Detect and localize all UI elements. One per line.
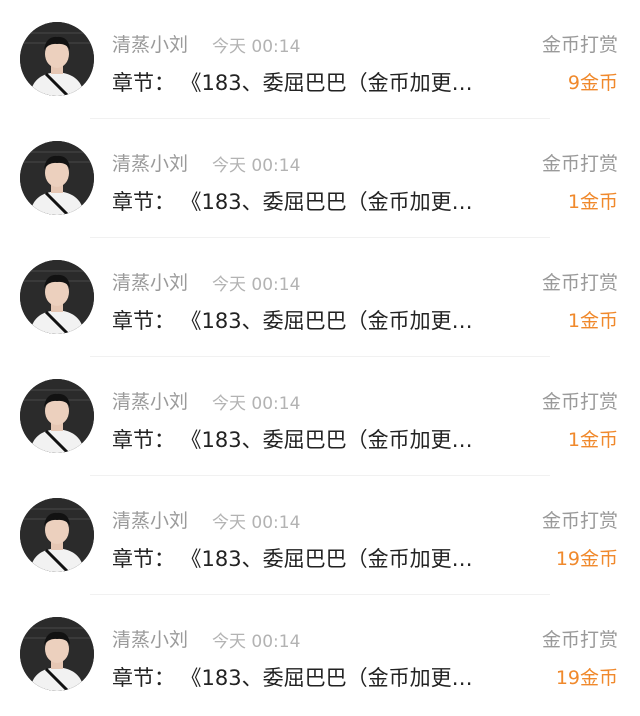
timestamp: 今天 00:14 [212, 275, 301, 295]
chapter-title: 《183、委屈巴巴（金币加更… [191, 309, 473, 333]
user-name[interactable]: 清蒸小刘 [112, 268, 188, 295]
reward-amount: 1金币 [567, 191, 618, 213]
chapter-info[interactable]: 章节： 《183、委屈巴巴（金币加更… [112, 305, 522, 335]
timestamp: 今天 00:14 [212, 513, 301, 533]
user-name[interactable]: 清蒸小刘 [112, 506, 188, 533]
list-item[interactable]: 清蒸小刘 今天 00:14 金币打赏 章节： 《183、委屈巴巴（金币加更… 1金… [0, 119, 640, 238]
user-avatar-icon [20, 260, 94, 334]
chapter-prefix: 章节： [112, 547, 175, 571]
reward-amount: 19金币 [555, 667, 618, 689]
list-item[interactable]: 清蒸小刘 今天 00:14 金币打赏 章节： 《183、委屈巴巴（金币加更… 9金… [0, 0, 640, 119]
chapter-info[interactable]: 章节： 《183、委屈巴巴（金币加更… [112, 186, 522, 216]
reward-amount: 1金币 [567, 310, 618, 332]
user-avatar-icon [20, 379, 94, 453]
reward-type: 金币打赏 [541, 34, 618, 56]
chapter-title: 《183、委屈巴巴（金币加更… [191, 71, 473, 95]
user-name[interactable]: 清蒸小刘 [112, 625, 188, 652]
avatar[interactable] [20, 22, 94, 96]
timestamp: 今天 00:14 [212, 37, 301, 57]
chapter-title: 《183、委屈巴巴（金币加更… [191, 666, 473, 690]
user-avatar-icon [20, 141, 94, 215]
chapter-prefix: 章节： [112, 309, 175, 333]
chapter-prefix: 章节： [112, 666, 175, 690]
reward-type: 金币打赏 [541, 153, 618, 175]
avatar[interactable] [20, 141, 94, 215]
list-item[interactable]: 清蒸小刘 今天 00:14 金币打赏 章节： 《183、委屈巴巴（金币加更… 19… [0, 476, 640, 595]
avatar[interactable] [20, 260, 94, 334]
reward-type: 金币打赏 [541, 629, 618, 651]
chapter-prefix: 章节： [112, 190, 175, 214]
user-avatar-icon [20, 617, 94, 691]
reward-type: 金币打赏 [541, 510, 618, 532]
avatar[interactable] [20, 498, 94, 572]
chapter-title: 《183、委屈巴巴（金币加更… [191, 547, 473, 571]
reward-list: 清蒸小刘 今天 00:14 金币打赏 章节： 《183、委屈巴巴（金币加更… 9金… [0, 0, 640, 716]
reward-type: 金币打赏 [541, 391, 618, 413]
chapter-prefix: 章节： [112, 428, 175, 452]
reward-type: 金币打赏 [541, 272, 618, 294]
chapter-title: 《183、委屈巴巴（金币加更… [191, 428, 473, 452]
chapter-info[interactable]: 章节： 《183、委屈巴巴（金币加更… [112, 67, 522, 97]
timestamp: 今天 00:14 [212, 156, 301, 176]
reward-amount: 1金币 [567, 429, 618, 451]
chapter-info[interactable]: 章节： 《183、委屈巴巴（金币加更… [112, 424, 522, 454]
chapter-info[interactable]: 章节： 《183、委屈巴巴（金币加更… [112, 662, 522, 692]
user-name[interactable]: 清蒸小刘 [112, 149, 188, 176]
reward-amount: 9金币 [567, 72, 618, 94]
user-avatar-icon [20, 22, 94, 96]
reward-amount: 19金币 [555, 548, 618, 570]
list-item[interactable]: 清蒸小刘 今天 00:14 金币打赏 章节： 《183、委屈巴巴（金币加更… 19… [0, 595, 640, 714]
avatar[interactable] [20, 617, 94, 691]
list-item[interactable]: 清蒸小刘 今天 00:14 金币打赏 章节： 《183、委屈巴巴（金币加更… 1金… [0, 238, 640, 357]
list-item[interactable]: 清蒸小刘 今天 00:14 金币打赏 章节： 《183、委屈巴巴（金币加更… 1金… [0, 357, 640, 476]
user-name[interactable]: 清蒸小刘 [112, 387, 188, 414]
chapter-info[interactable]: 章节： 《183、委屈巴巴（金币加更… [112, 543, 522, 573]
user-avatar-icon [20, 498, 94, 572]
timestamp: 今天 00:14 [212, 394, 301, 414]
avatar[interactable] [20, 379, 94, 453]
user-name[interactable]: 清蒸小刘 [112, 30, 188, 57]
chapter-title: 《183、委屈巴巴（金币加更… [191, 190, 473, 214]
timestamp: 今天 00:14 [212, 632, 301, 652]
chapter-prefix: 章节： [112, 71, 175, 95]
